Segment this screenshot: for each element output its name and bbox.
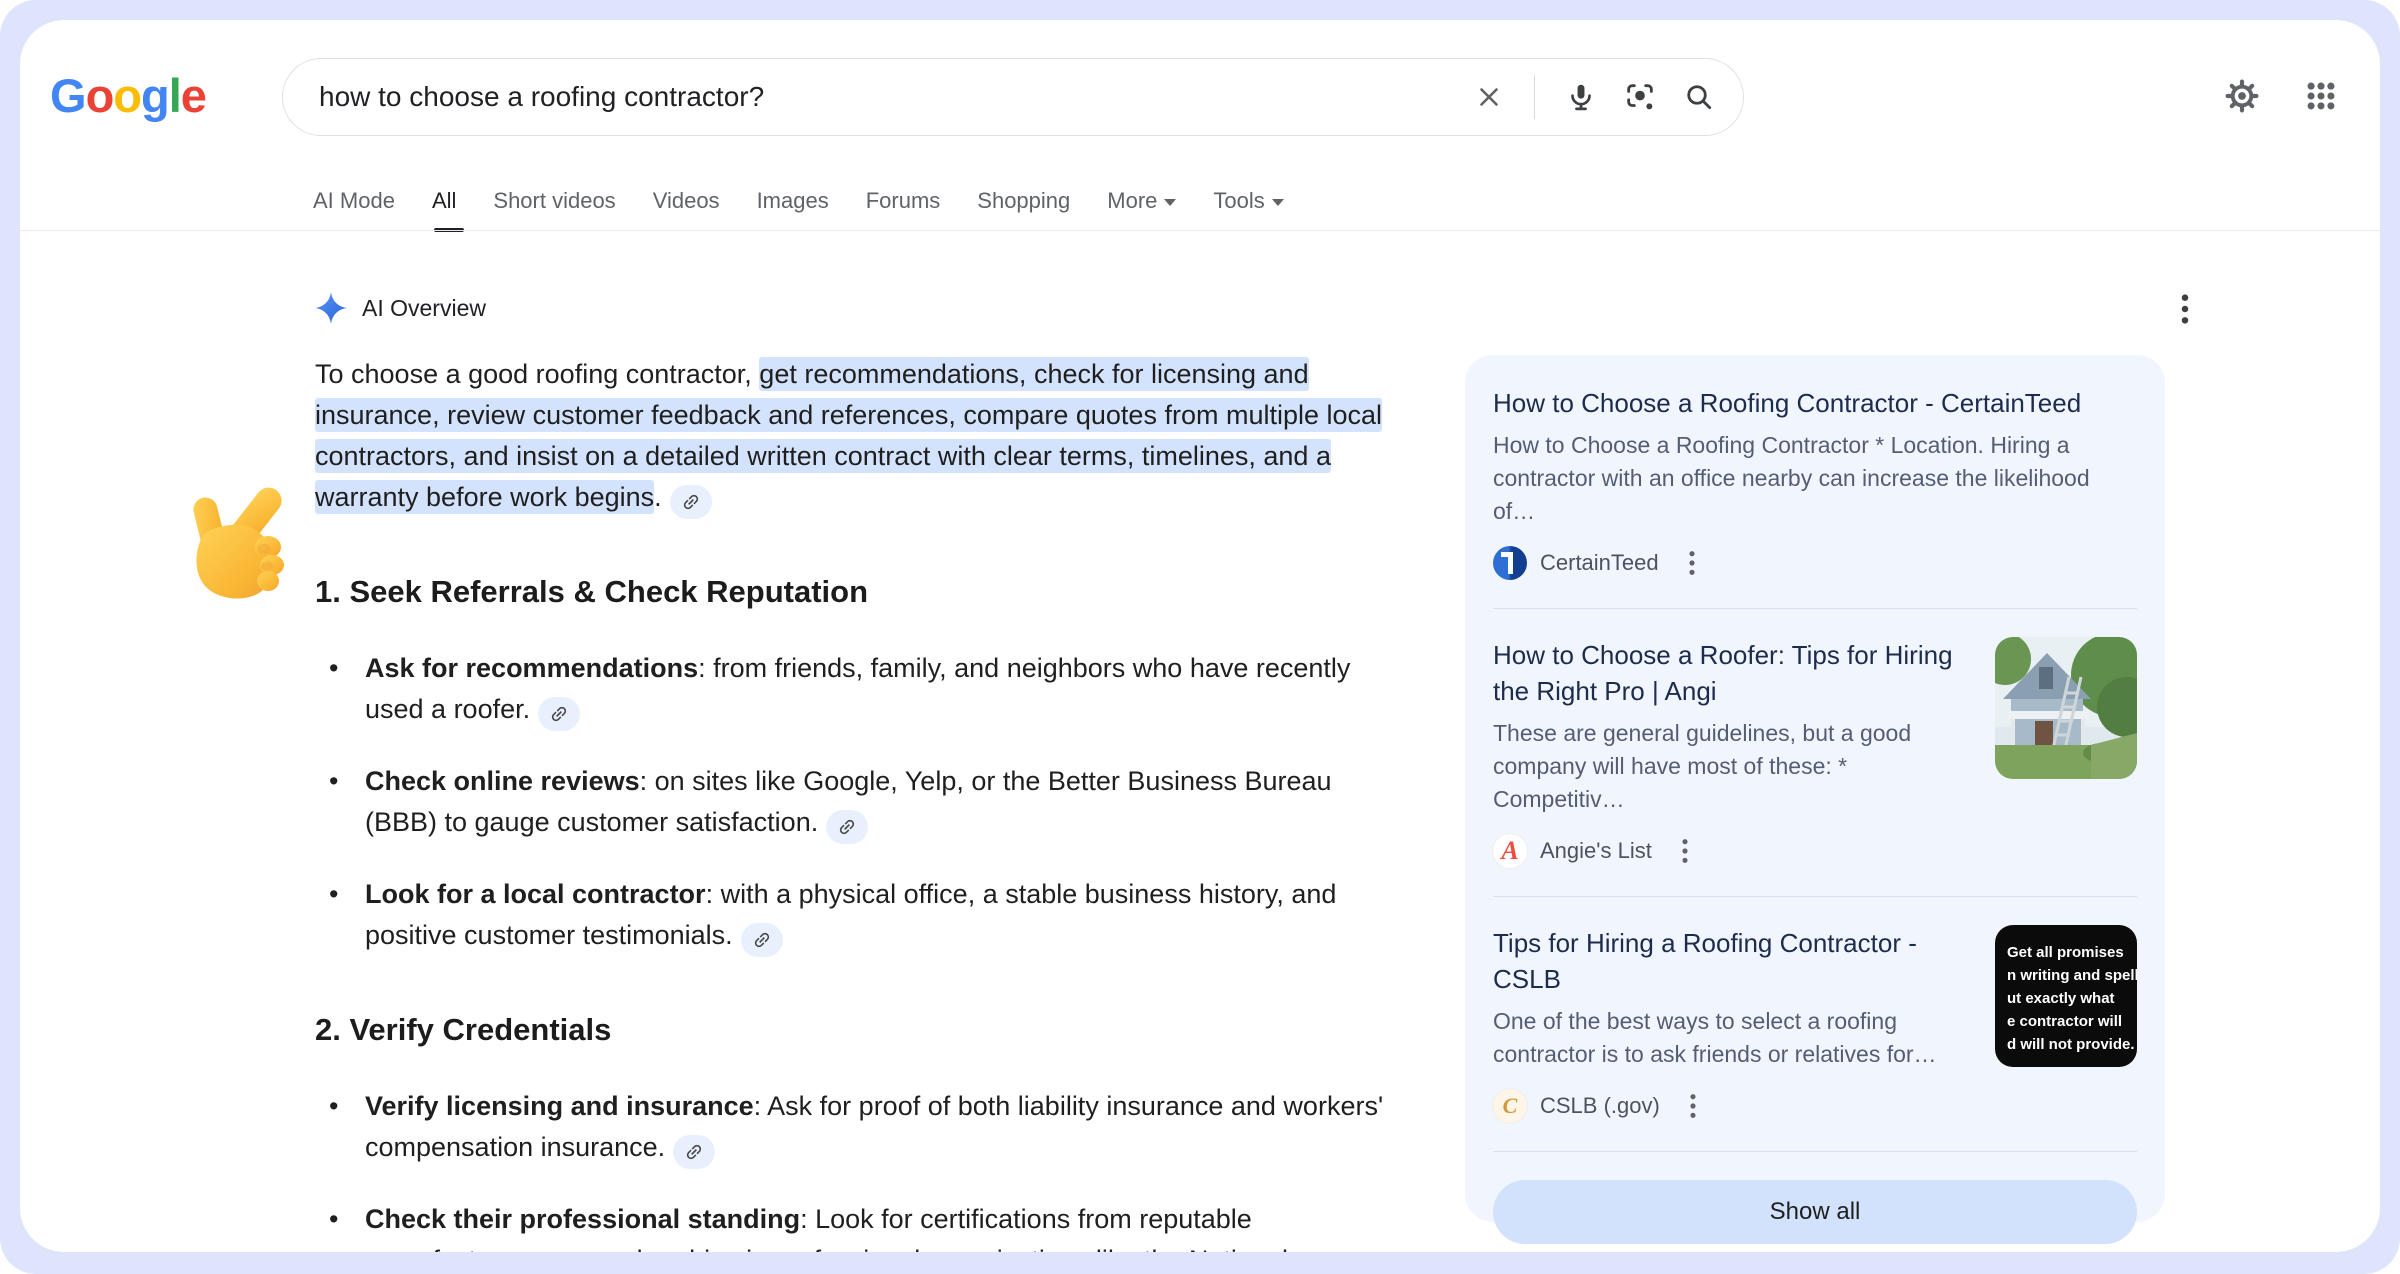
tabs-divider	[20, 230, 2380, 231]
list-item: Check online reviews: on sites like Goog…	[315, 761, 1385, 844]
source-card-title[interactable]: How to Choose a Roofing Contractor - Cer…	[1493, 385, 2137, 421]
source-more-icon[interactable]	[1675, 837, 1695, 865]
source-card-snippet: These are general guidelines, but a good…	[1493, 717, 1975, 816]
panel-divider	[1493, 1151, 2137, 1152]
citation-link-chip[interactable]	[673, 1135, 715, 1169]
screenshot-frame: Google	[0, 0, 2400, 1274]
logo-letter: e	[181, 68, 206, 123]
source-more-icon[interactable]	[1683, 1092, 1703, 1120]
source-card-snippet: How to Choose a Roofing Contractor * Loc…	[1493, 429, 2137, 528]
citation-link-chip[interactable]	[826, 810, 868, 844]
settings-gear-icon[interactable]	[2224, 78, 2260, 114]
citation-link-chip[interactable]	[741, 923, 783, 957]
list-item: Look for a local contractor: with a phys…	[315, 874, 1385, 957]
ai-overview-more-icon[interactable]	[2172, 292, 2198, 326]
voice-search-icon[interactable]	[1565, 81, 1597, 113]
result-filter-tabs: AI Mode All Short videos Videos Images F…	[313, 188, 1284, 232]
section-1-list: Ask for recommendations: from friends, f…	[315, 648, 1415, 957]
show-all-button[interactable]: Show all	[1493, 1180, 2137, 1244]
tab-short-videos[interactable]: Short videos	[493, 188, 615, 232]
source-name: CSLB (.gov)	[1540, 1093, 1660, 1119]
source-card-snippet: One of the best ways to select a roofing…	[1493, 1005, 1975, 1071]
chevron-down-icon	[1164, 199, 1176, 206]
source-card-title[interactable]: How to Choose a Roofer: Tips for Hiring …	[1493, 637, 1975, 709]
list-item: Verify licensing and insurance: Ask for …	[315, 1086, 1385, 1169]
house-photo-thumbnail	[1995, 637, 2137, 779]
search-divider	[1534, 75, 1535, 119]
search-bar[interactable]	[282, 58, 1744, 136]
section-heading-2: 2. Verify Credentials	[315, 1009, 1415, 1050]
source-more-icon[interactable]	[1682, 549, 1702, 577]
ai-overview-body: To choose a good roofing contractor, get…	[315, 354, 1415, 1252]
sources-panel: How to Choose a Roofing Contractor - Cer…	[1465, 355, 2165, 1222]
panel-divider	[1493, 896, 2137, 897]
google-results-page: Google	[20, 20, 2380, 1252]
ai-spark-icon	[315, 292, 347, 324]
tab-all[interactable]: All	[432, 188, 456, 232]
search-submit-icon[interactable]	[1683, 81, 1715, 113]
chevron-down-icon	[1272, 199, 1284, 206]
source-card-cslb[interactable]: Tips for Hiring a Roofing Contractor - C…	[1493, 925, 2137, 1123]
logo-letter: l	[169, 68, 181, 123]
angi-favicon: A	[1493, 834, 1527, 868]
google-lens-icon[interactable]	[1623, 80, 1657, 114]
tab-ai-mode[interactable]: AI Mode	[313, 188, 395, 232]
tab-tools[interactable]: Tools	[1213, 188, 1283, 232]
section-2-list: Verify licensing and insurance: Ask for …	[315, 1086, 1415, 1252]
logo-letter: o	[113, 68, 141, 123]
tab-forums[interactable]: Forums	[866, 188, 941, 232]
source-card-title[interactable]: Tips for Hiring a Roofing Contractor - C…	[1493, 925, 1975, 997]
section-heading-1: 1. Seek Referrals & Check Reputation	[315, 571, 1415, 612]
google-apps-grid-icon[interactable]	[2304, 79, 2338, 113]
logo-letter: g	[141, 68, 169, 123]
source-name: Angie's List	[1540, 838, 1652, 864]
logo-letter: o	[86, 68, 114, 123]
tab-images[interactable]: Images	[757, 188, 829, 232]
list-item: Ask for recommendations: from friends, f…	[315, 648, 1385, 731]
quote-text-thumbnail: Get all promises n writing and spell ut …	[1995, 925, 2137, 1067]
list-item: Check their professional standing: Look …	[315, 1199, 1385, 1252]
cslb-favicon: C	[1493, 1089, 1527, 1123]
ai-overview-label: AI Overview	[362, 295, 486, 322]
source-name: CertainTeed	[1540, 550, 1659, 576]
tab-shopping[interactable]: Shopping	[977, 188, 1070, 232]
certainteed-favicon	[1493, 546, 1527, 580]
source-card-certainteed[interactable]: How to Choose a Roofing Contractor - Cer…	[1493, 385, 2137, 580]
citation-link-chip[interactable]	[538, 697, 580, 731]
source-card-angi[interactable]: How to Choose a Roofer: Tips for Hiring …	[1493, 637, 2137, 868]
pointing-hand-emoji	[180, 475, 295, 610]
search-input[interactable]	[319, 81, 1474, 113]
tab-videos[interactable]: Videos	[653, 188, 720, 232]
google-logo[interactable]: Google	[50, 68, 206, 123]
citation-link-chip[interactable]	[670, 485, 712, 519]
logo-letter: G	[50, 68, 86, 123]
ai-overview-intro: To choose a good roofing contractor, get…	[315, 354, 1415, 519]
clear-search-icon[interactable]	[1474, 82, 1504, 112]
panel-divider	[1493, 608, 2137, 609]
tab-more[interactable]: More	[1107, 188, 1176, 232]
